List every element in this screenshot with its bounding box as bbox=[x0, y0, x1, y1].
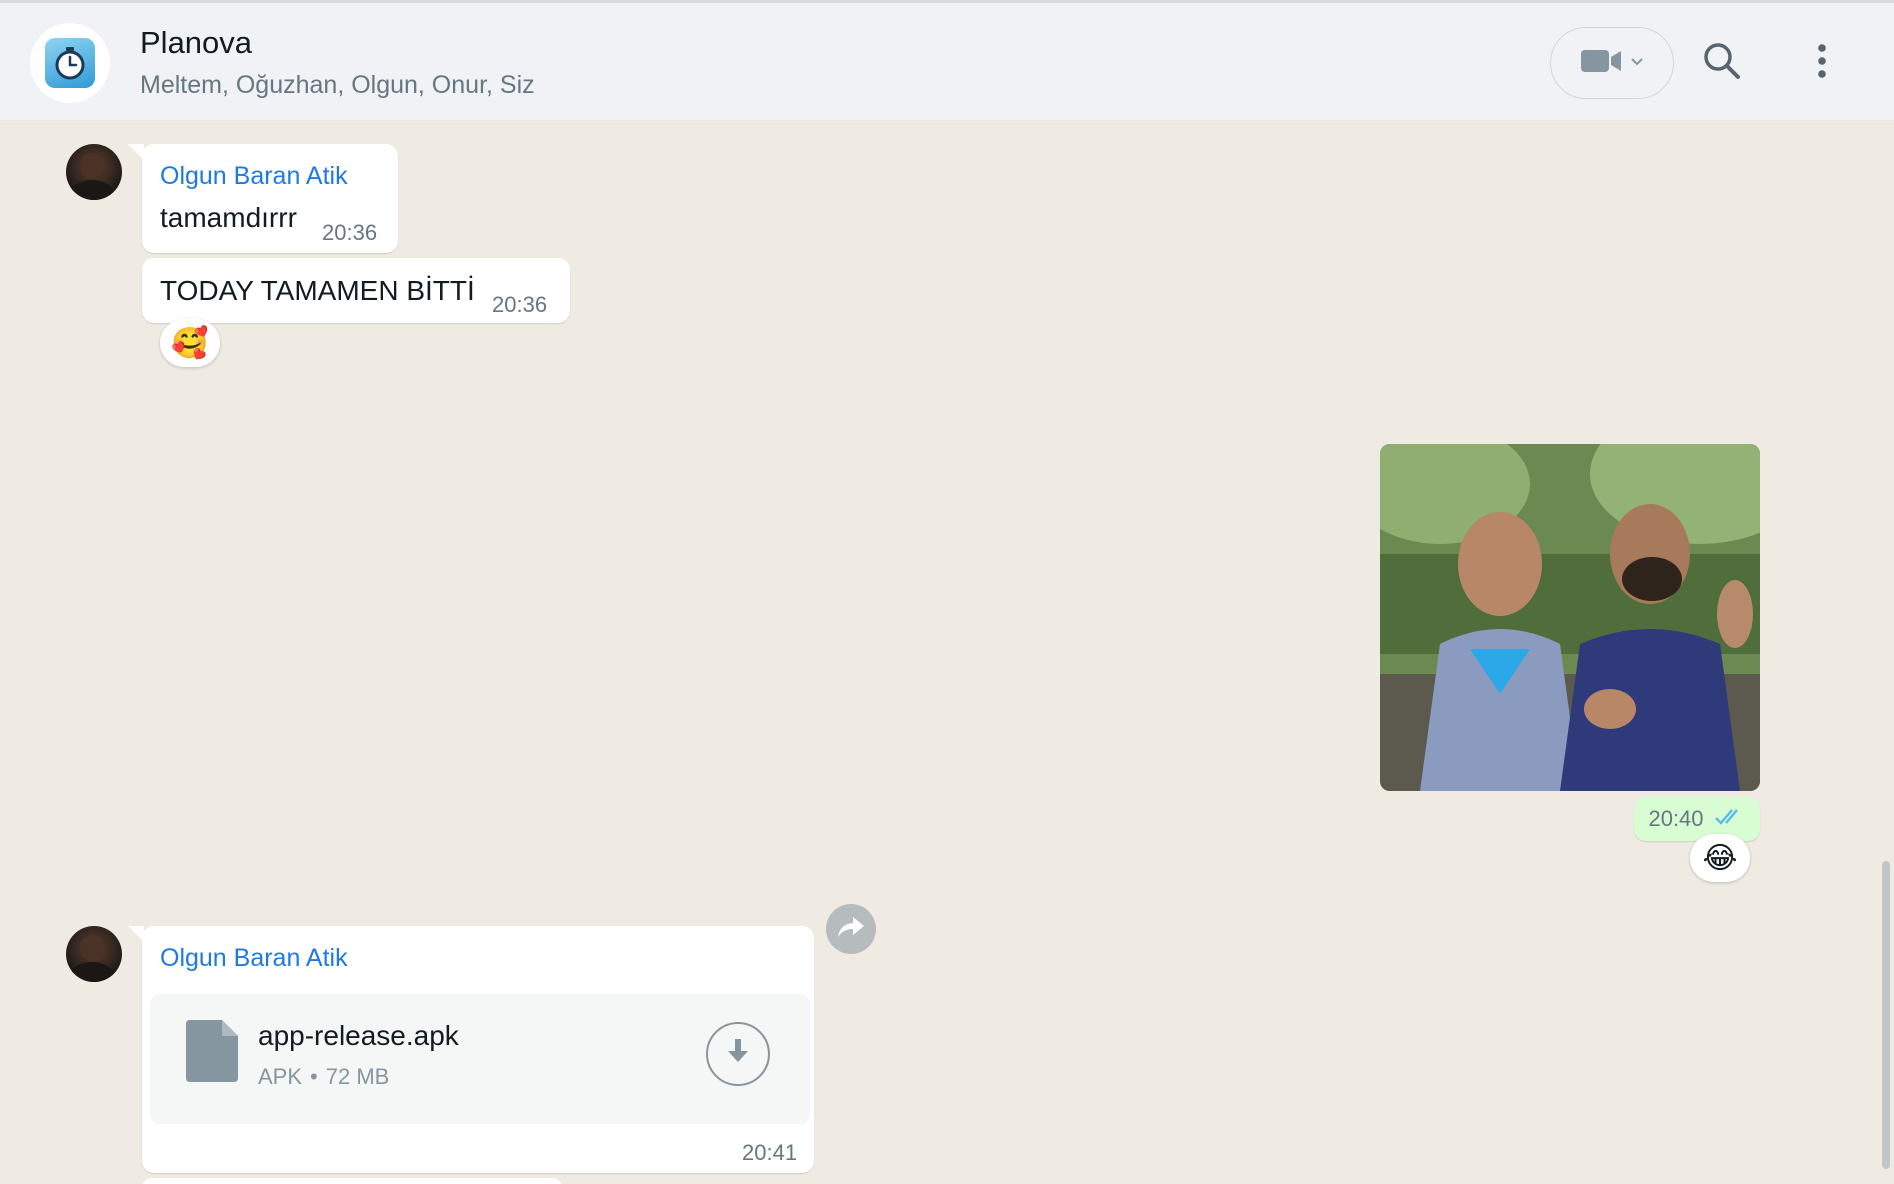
message-time: 20:36 bbox=[322, 220, 378, 245]
video-call-button[interactable] bbox=[1550, 27, 1674, 99]
meta-separator: • bbox=[310, 1064, 318, 1089]
file-meta: APK • 72 MB bbox=[258, 1064, 389, 1090]
avatar[interactable] bbox=[66, 144, 122, 200]
avatar[interactable] bbox=[66, 926, 122, 982]
message-time: 20:36 bbox=[492, 292, 548, 317]
image-message[interactable] bbox=[1380, 444, 1760, 791]
chat-title[interactable]: Planova bbox=[140, 25, 252, 61]
forward-icon bbox=[836, 915, 866, 944]
message-reaction[interactable]: 😂 bbox=[1690, 834, 1750, 882]
bubble-tail bbox=[128, 144, 144, 160]
message-text: TODAY TAMAMEN BİTTİ bbox=[160, 275, 475, 306]
message-bubble[interactable]: Olgun Baran Atik app-release.apk APK • 7… bbox=[128, 926, 814, 1173]
message-reaction[interactable]: 🥰 bbox=[160, 319, 220, 367]
search-icon bbox=[1702, 41, 1742, 86]
forward-button[interactable] bbox=[826, 904, 876, 954]
video-call-icon bbox=[1580, 48, 1622, 79]
message-text: tamamdırrr bbox=[160, 202, 297, 233]
message-bubble[interactable]: TODAY TAMAMEN BİTTİ 20:36 bbox=[142, 258, 570, 323]
message-time: 20:41 bbox=[742, 1140, 798, 1165]
message-bubble[interactable]: Olgun Baran Atik tamamdırrr 20:36 bbox=[128, 144, 398, 253]
message-bubble[interactable] bbox=[142, 1178, 562, 1184]
chevron-down-icon bbox=[1630, 54, 1644, 72]
sender-name[interactable]: Olgun Baran Atik bbox=[160, 162, 348, 191]
menu-button[interactable] bbox=[1794, 35, 1850, 91]
planova-logo-icon bbox=[45, 38, 95, 88]
image-content bbox=[1380, 444, 1760, 791]
scrollbar[interactable] bbox=[1882, 861, 1890, 1169]
double-check-icon bbox=[1714, 807, 1746, 832]
message-list[interactable]: Olgun Baran Atik tamamdırrr 20:36 TODAY … bbox=[0, 121, 1894, 1184]
file-type: APK bbox=[258, 1064, 303, 1089]
download-icon bbox=[725, 1037, 751, 1072]
message-time: 20:40 bbox=[1648, 806, 1704, 831]
file-attachment[interactable]: app-release.apk APK • 72 MB bbox=[150, 994, 810, 1124]
file-name: app-release.apk bbox=[258, 1020, 459, 1051]
download-button[interactable] bbox=[706, 1022, 770, 1086]
group-avatar[interactable] bbox=[30, 23, 110, 103]
file-icon bbox=[186, 1020, 238, 1087]
outgoing-meta: 20:40 bbox=[1634, 797, 1760, 841]
bubble-tail bbox=[128, 926, 144, 942]
menu-dots-icon bbox=[1817, 43, 1827, 84]
group-members[interactable]: Meltem, Oğuzhan, Olgun, Onur, Siz bbox=[140, 71, 535, 100]
search-button[interactable] bbox=[1694, 35, 1750, 91]
file-size: 72 MB bbox=[325, 1064, 390, 1089]
chat-header[interactable]: Planova Meltem, Oğuzhan, Olgun, Onur, Si… bbox=[0, 0, 1894, 121]
sender-name[interactable]: Olgun Baran Atik bbox=[160, 944, 348, 973]
